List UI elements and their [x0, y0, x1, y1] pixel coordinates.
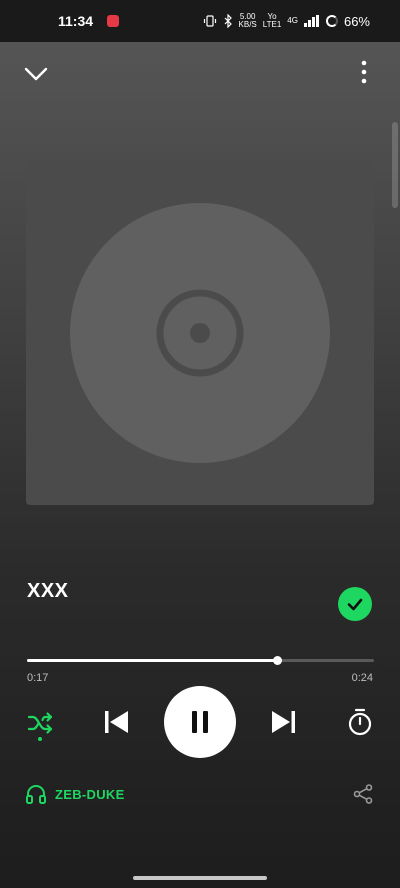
battery-icon [325, 15, 338, 27]
notification-app-icon [107, 15, 120, 27]
sleep-timer-button[interactable] [346, 707, 374, 737]
progress-thumb[interactable] [272, 656, 282, 665]
gesture-nav-handle[interactable] [133, 876, 267, 880]
album-art [26, 160, 374, 505]
shuffle-active-dot [38, 737, 42, 741]
next-button[interactable] [270, 708, 298, 736]
network-speed: 5.00 KB/S [239, 13, 257, 29]
shuffle-button[interactable] [26, 708, 56, 738]
pause-button[interactable] [164, 686, 236, 758]
headphones-icon [26, 785, 46, 804]
chevron-down-icon [24, 67, 48, 81]
progress-bar[interactable] [27, 656, 374, 665]
volte-bottom: LTE1 [262, 20, 282, 29]
elapsed-time: 0:17 [27, 672, 49, 684]
disc-placeholder-icon [70, 203, 330, 463]
network-speed-unit: KB/S [238, 20, 257, 29]
status-time: 11:34 [58, 13, 94, 29]
bluetooth-icon [224, 14, 232, 28]
device-name: ZEB-DUKE [55, 786, 125, 802]
vibrate-icon [203, 15, 216, 27]
previous-button[interactable] [102, 708, 130, 736]
battery-level: 66% [343, 13, 370, 29]
progress-fill [27, 659, 277, 662]
share-icon [353, 784, 373, 804]
sleep-timer-icon [348, 708, 372, 736]
skip-previous-icon [105, 711, 128, 733]
share-button[interactable] [352, 783, 374, 805]
status-icons: 5.00 KB/S Yo LTE1 4G 66% [203, 13, 370, 29]
collapse-button[interactable] [22, 60, 50, 88]
scrollbar[interactable] [392, 122, 398, 208]
status-bar: 11:34 5.00 KB/S Yo LTE1 4G 66% [0, 0, 400, 42]
more-vertical-icon [361, 60, 367, 84]
connected-device[interactable]: ZEB-DUKE [25, 783, 125, 805]
skip-next-icon [272, 711, 295, 733]
signal-type: 4G [287, 16, 298, 25]
shuffle-icon [27, 712, 53, 734]
liked-button[interactable] [338, 587, 372, 621]
check-icon [347, 598, 363, 611]
total-time: 0:24 [351, 672, 373, 684]
track-title[interactable]: XXX [27, 580, 69, 603]
signal-icon [303, 15, 319, 27]
volte-indicator: Yo LTE1 [263, 13, 282, 29]
pause-icon [192, 711, 208, 733]
more-options-button[interactable] [356, 58, 372, 86]
